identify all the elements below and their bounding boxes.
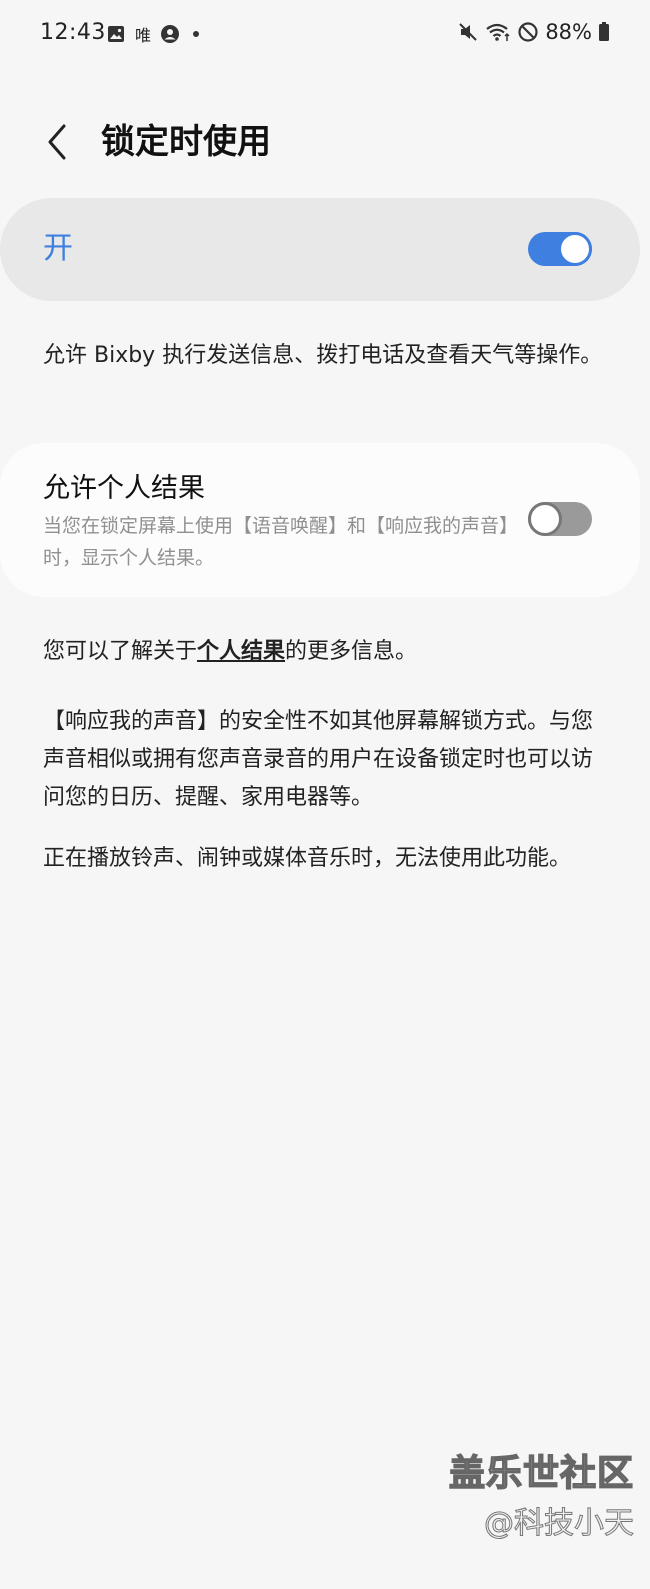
- learn-more-text: 您可以了解关于个人结果的更多信息。: [43, 633, 623, 670]
- watermark-brand: 盖乐世社区: [448, 1452, 634, 1495]
- playback-notice: 正在播放铃声、闹钟或媒体音乐时，无法使用此功能。: [43, 846, 572, 871]
- battery-percent: 88%: [545, 20, 592, 44]
- no-disturb-icon: [517, 21, 539, 43]
- status-right-icons: 88%: [457, 20, 610, 44]
- feature-description: 允许 Bixby 执行发送信息、拨打电话及查看天气等操作。: [43, 343, 603, 368]
- learn-more-suffix: 的更多信息。: [285, 639, 418, 664]
- page-title: 锁定时使用: [101, 122, 271, 162]
- personal-results-title: 允许个人结果: [43, 473, 205, 504]
- dot-icon: [193, 31, 200, 37]
- toggle-knob: [528, 502, 562, 536]
- account-icon: [160, 24, 180, 44]
- wifi-icon: [485, 21, 511, 43]
- master-switch-card[interactable]: 开: [0, 198, 640, 301]
- personal-results-toggle[interactable]: [528, 502, 592, 536]
- learn-more-prefix: 您可以了解关于: [43, 639, 198, 664]
- master-switch-label: 开: [43, 231, 73, 266]
- master-switch-toggle[interactable]: [528, 232, 592, 266]
- status-bar: 12:43 唯 88%: [0, 0, 650, 70]
- battery-icon: [598, 21, 610, 43]
- mute-icon: [457, 21, 479, 43]
- wei-icon: 唯: [135, 26, 152, 45]
- personal-results-link[interactable]: 个人结果: [197, 639, 285, 664]
- personal-results-card[interactable]: 允许个人结果 当您在锁定屏幕上使用【语音唤醒】和【响应我的声音】时，显示个人结果…: [0, 443, 640, 597]
- chevron-left-icon: [48, 124, 66, 160]
- watermark: 盖乐世社区 @科技小天: [448, 1452, 634, 1546]
- status-time: 12:43: [40, 20, 106, 45]
- toggle-knob: [558, 232, 592, 266]
- watermark-author: @科技小天: [483, 1506, 634, 1542]
- status-left-icons: 唯: [106, 22, 200, 46]
- image-icon: [106, 24, 126, 44]
- security-notice: 【响应我的声音】的安全性不如其他屏幕解锁方式。与您声音相似或拥有您声音录音的用户…: [43, 709, 594, 810]
- personal-results-subtitle: 当您在锁定屏幕上使用【语音唤醒】和【响应我的声音】时，显示个人结果。: [43, 515, 509, 569]
- header: 锁定时使用: [0, 110, 650, 180]
- back-button[interactable]: [36, 120, 80, 164]
